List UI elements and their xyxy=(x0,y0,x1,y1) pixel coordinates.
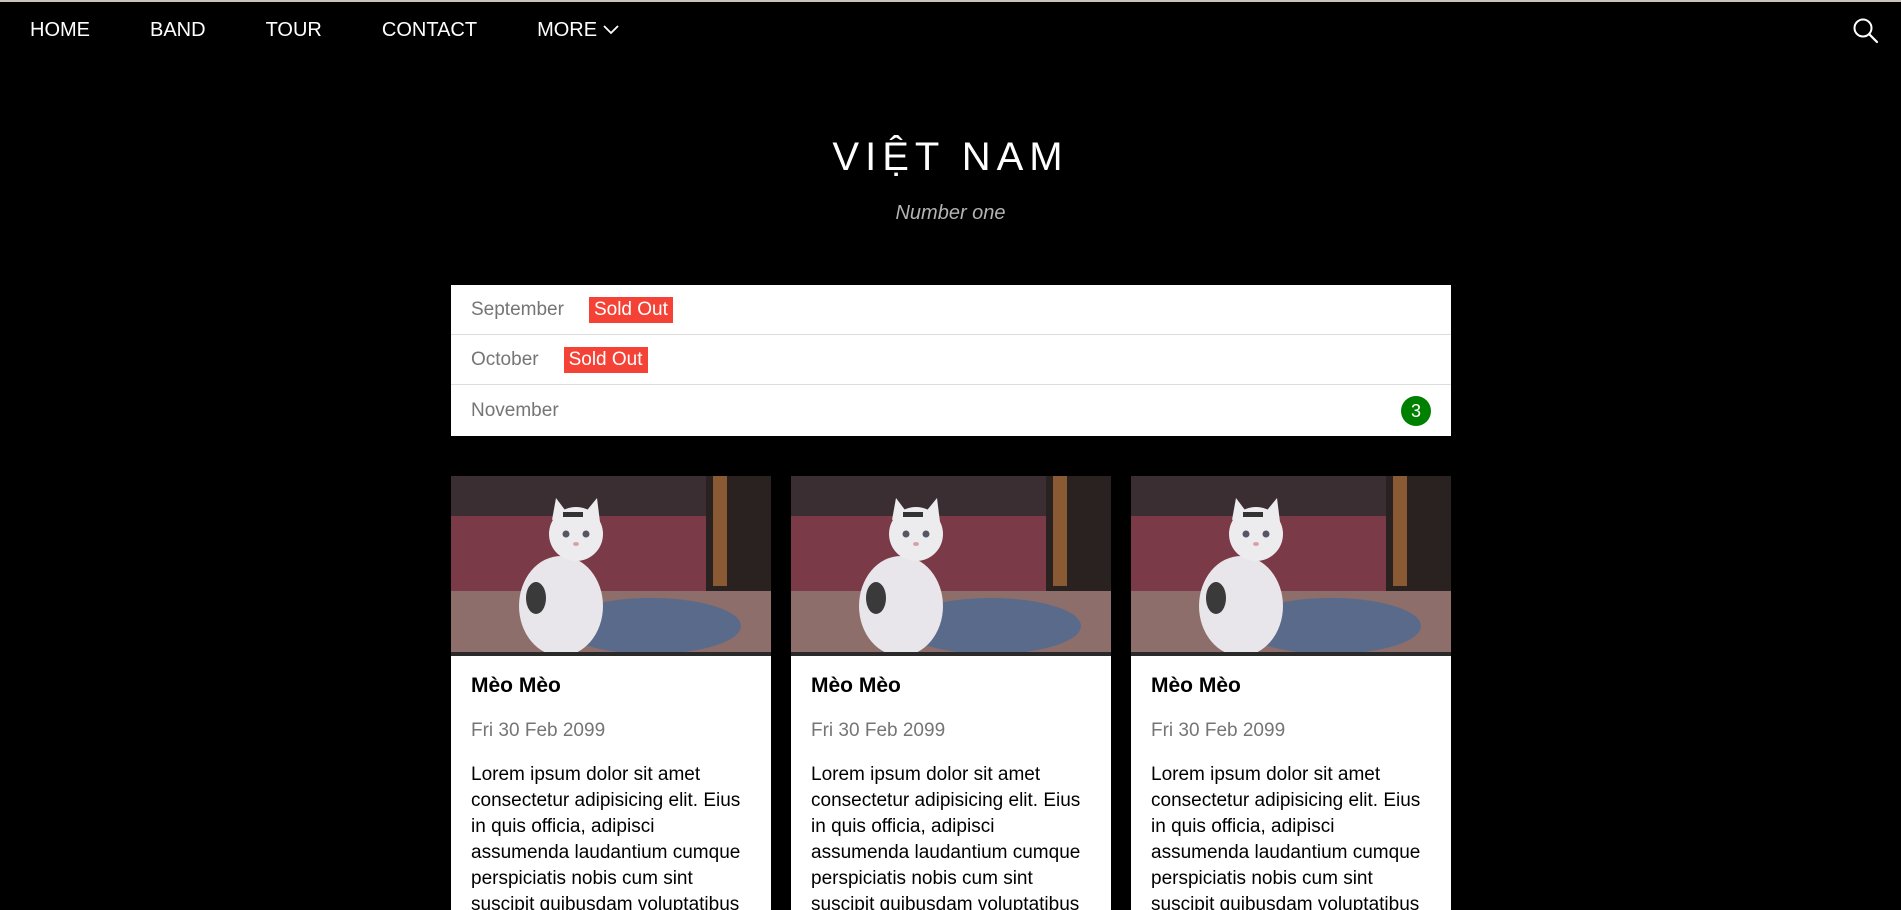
cat-photo xyxy=(1131,476,1451,656)
card-description: Lorem ipsum dolor sit amet consectetur a… xyxy=(1151,764,1421,910)
card-title: Mèo Mèo xyxy=(471,674,561,697)
event-card: Mèo Mèo Fri 30 Feb 2099 Lorem ipsum dolo… xyxy=(791,476,1111,910)
card-description: Lorem ipsum dolor sit amet consectetur a… xyxy=(811,764,1081,910)
sold-out-badge: Sold Out xyxy=(563,346,648,373)
sold-out-badge: Sold Out xyxy=(588,296,673,323)
ticket-month: November xyxy=(471,399,559,421)
nav-more-label: MORE xyxy=(537,19,598,41)
ticket-row-september[interactable]: September Sold Out xyxy=(451,285,1451,335)
chevron-down-icon xyxy=(603,25,619,35)
card-title: Mèo Mèo xyxy=(1151,674,1241,697)
page-title: VIỆT NAM xyxy=(832,135,1069,179)
nav-tour[interactable]: TOUR xyxy=(236,2,352,58)
top-nav: HOME BAND TOUR CONTACT MORE xyxy=(0,2,1901,58)
event-card: Mèo Mèo Fri 30 Feb 2099 Lorem ipsum dolo… xyxy=(451,476,771,910)
event-card: Mèo Mèo Fri 30 Feb 2099 Lorem ipsum dolo… xyxy=(1131,476,1451,910)
ticket-count-badge: 3 xyxy=(1401,396,1431,426)
card-grid: Mèo Mèo Fri 30 Feb 2099 Lorem ipsum dolo… xyxy=(451,476,1451,910)
nav-more[interactable]: MORE xyxy=(507,2,651,58)
card-date: Fri 30 Feb 2099 xyxy=(471,720,606,741)
ticket-month: October xyxy=(471,348,539,370)
nav-band[interactable]: BAND xyxy=(120,2,236,58)
card-body: Mèo Mèo Fri 30 Feb 2099 Lorem ipsum dolo… xyxy=(1131,656,1451,910)
ticket-row-october[interactable]: October Sold Out xyxy=(451,335,1451,385)
card-title: Mèo Mèo xyxy=(811,674,901,697)
page-subtitle: Number one xyxy=(895,202,1006,224)
card-description: Lorem ipsum dolor sit amet consectetur a… xyxy=(471,764,741,910)
card-date: Fri 30 Feb 2099 xyxy=(811,720,946,741)
ticket-month: September xyxy=(471,298,564,320)
card-body: Mèo Mèo Fri 30 Feb 2099 Lorem ipsum dolo… xyxy=(451,656,771,910)
ticket-row-november[interactable]: November 3 xyxy=(451,385,1451,436)
hero-section: VIỆT NAM Number one xyxy=(0,135,1901,225)
nav-home[interactable]: HOME xyxy=(0,2,120,58)
nav-contact[interactable]: CONTACT xyxy=(352,2,507,58)
cat-photo xyxy=(451,476,771,656)
cat-photo xyxy=(791,476,1111,656)
card-body: Mèo Mèo Fri 30 Feb 2099 Lorem ipsum dolo… xyxy=(791,656,1111,910)
search-icon[interactable] xyxy=(1851,16,1881,46)
ticket-list: September Sold Out October Sold Out Nove… xyxy=(451,285,1451,436)
card-date: Fri 30 Feb 2099 xyxy=(1151,720,1286,741)
